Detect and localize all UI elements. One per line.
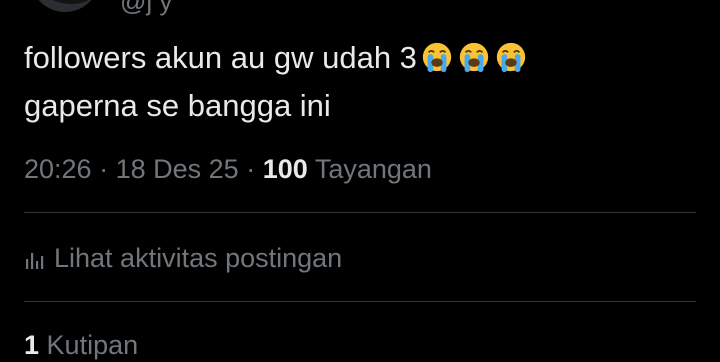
meta-separator: · — [246, 154, 256, 184]
activity-label: Lihat aktivitas postingan — [54, 243, 343, 273]
views-count: 100 — [262, 154, 308, 184]
view-post-activity-link[interactable]: Lihat aktivitas postingan — [24, 241, 342, 275]
avatar[interactable] — [30, 0, 100, 12]
tweet-text: followers akun au gw udah 3 gaperna se b… — [24, 34, 684, 130]
author-handle[interactable]: @j y — [120, 0, 172, 17]
tweet-text-line-2: gaperna se bangga ini — [24, 88, 331, 123]
loudly-crying-face-icon — [422, 42, 452, 73]
loudly-crying-face-icon — [496, 42, 526, 73]
tweet-text-line-1: followers akun au gw udah 3 — [24, 34, 684, 82]
views-label: Tayangan — [314, 154, 432, 184]
tweet-meta: 20:26 · 18 Des 25 · 100 Tayangan — [24, 152, 432, 186]
tweet-date[interactable]: 18 Des 25 — [116, 154, 239, 184]
loudly-crying-face-icon — [459, 42, 489, 73]
tweet-time[interactable]: 20:26 — [24, 154, 92, 184]
divider — [24, 212, 696, 213]
quotes-link[interactable]: 1 Kutipan — [24, 328, 138, 362]
divider — [24, 301, 696, 302]
tweet-text-part: followers akun au gw udah 3 — [24, 40, 417, 75]
meta-separator: · — [99, 154, 109, 184]
analytics-bar-icon — [26, 253, 44, 269]
